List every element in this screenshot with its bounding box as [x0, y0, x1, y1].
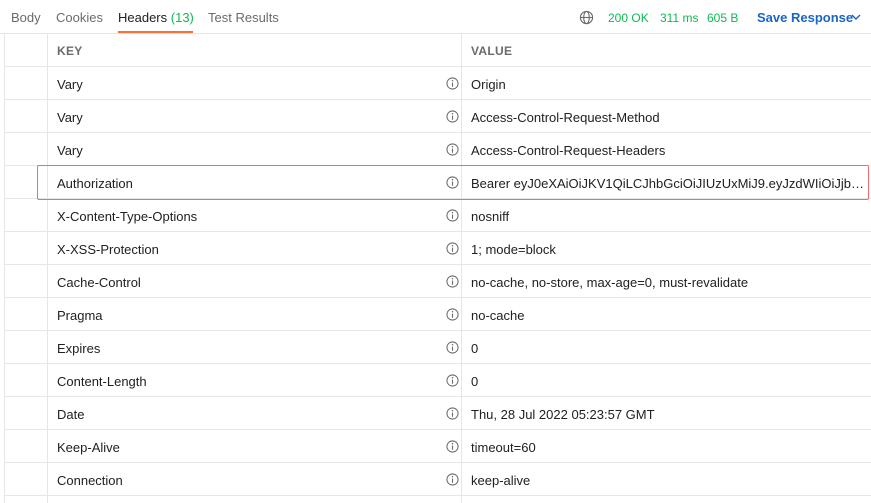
tab-test-results[interactable]: Test Results	[208, 10, 279, 25]
header-key[interactable]: Authorization	[57, 176, 133, 191]
table-row[interactable]: X-Content-Type-Options nosniff	[4, 199, 871, 232]
header-value[interactable]: no-cache, no-store, max-age=0, must-reva…	[471, 275, 869, 290]
header-value[interactable]: Access-Control-Request-Headers	[471, 143, 869, 158]
header-value[interactable]: keep-alive	[471, 473, 869, 488]
value-column-header: VALUE	[471, 44, 513, 58]
header-key[interactable]: Cache-Control	[57, 275, 141, 290]
table-row[interactable]: Vary Access-Control-Request-Headers	[4, 133, 871, 166]
table-header: KEY VALUE	[4, 34, 871, 67]
response-size[interactable]: 605 B	[707, 11, 738, 25]
table-row[interactable]: X-XSS-Protection 1; mode=block	[4, 232, 871, 265]
header-key[interactable]: Connection	[57, 473, 123, 488]
header-key[interactable]: Pragma	[57, 308, 103, 323]
tab-headers-label: Headers	[118, 10, 168, 25]
info-icon[interactable]	[446, 209, 459, 222]
table-row[interactable]: Connection keep-alive	[4, 463, 871, 496]
save-response-button[interactable]: Save Response	[757, 10, 853, 25]
header-key[interactable]: Expires	[57, 341, 100, 356]
header-key[interactable]: Date	[57, 407, 84, 422]
header-value[interactable]: 0	[471, 374, 869, 389]
header-value[interactable]: 1; mode=block	[471, 242, 869, 257]
header-key[interactable]: Content-Length	[57, 374, 147, 389]
header-key[interactable]: Vary	[57, 143, 83, 158]
header-key[interactable]: Vary	[57, 77, 83, 92]
table-row[interactable]: Date Thu, 28 Jul 2022 05:23:57 GMT	[4, 397, 871, 430]
info-icon[interactable]	[446, 275, 459, 288]
info-icon[interactable]	[446, 341, 459, 354]
info-icon[interactable]	[446, 308, 459, 321]
tab-cookies[interactable]: Cookies	[56, 10, 103, 25]
header-value[interactable]: Access-Control-Request-Method	[471, 110, 869, 125]
header-key[interactable]: Vary	[57, 110, 83, 125]
tab-body[interactable]: Body	[11, 10, 41, 25]
header-value[interactable]: Bearer eyJ0eXAiOiJKV1QiLCJhbGciOiJIUzUxM…	[471, 176, 869, 191]
table-row[interactable]: Expires 0	[4, 331, 871, 364]
info-icon[interactable]	[446, 374, 459, 387]
header-value[interactable]: no-cache	[471, 308, 869, 323]
header-key[interactable]: X-Content-Type-Options	[57, 209, 197, 224]
header-value[interactable]: Origin	[471, 77, 869, 92]
chevron-down-icon[interactable]	[851, 14, 861, 21]
status-code[interactable]: 200 OK	[608, 11, 649, 25]
key-column-header: KEY	[57, 44, 83, 58]
info-icon[interactable]	[446, 143, 459, 156]
header-value[interactable]: timeout=60	[471, 440, 869, 455]
info-icon[interactable]	[446, 110, 459, 123]
active-tab-indicator	[118, 31, 193, 33]
header-key[interactable]: X-XSS-Protection	[57, 242, 159, 257]
table-row[interactable]: Authorization Bearer eyJ0eXAiOiJKV1QiLCJh…	[4, 166, 871, 199]
table-row[interactable]: Vary Origin	[4, 67, 871, 100]
table-row[interactable]: Keep-Alive timeout=60	[4, 430, 871, 463]
info-icon[interactable]	[446, 407, 459, 420]
tab-headers-count: (13)	[170, 10, 194, 25]
info-icon[interactable]	[446, 473, 459, 486]
table-row[interactable]: Cache-Control no-cache, no-store, max-age…	[4, 265, 871, 298]
header-value[interactable]: nosniff	[471, 209, 869, 224]
tab-headers[interactable]: Headers (13)	[118, 10, 194, 25]
info-icon[interactable]	[446, 77, 459, 90]
globe-icon[interactable]	[579, 10, 594, 25]
header-key[interactable]: Keep-Alive	[57, 440, 120, 455]
info-icon[interactable]	[446, 440, 459, 453]
response-toolbar: Body Cookies Headers (13) Test Results 2…	[0, 0, 871, 34]
response-time[interactable]: 311 ms	[660, 11, 698, 25]
table-row[interactable]: Vary Access-Control-Request-Method	[4, 100, 871, 133]
table-row[interactable]: Pragma no-cache	[4, 298, 871, 331]
info-icon[interactable]	[446, 176, 459, 189]
info-icon[interactable]	[446, 242, 459, 255]
header-value[interactable]: Thu, 28 Jul 2022 05:23:57 GMT	[471, 407, 869, 422]
table-row[interactable]: Content-Length 0	[4, 364, 871, 397]
header-value[interactable]: 0	[471, 341, 869, 356]
